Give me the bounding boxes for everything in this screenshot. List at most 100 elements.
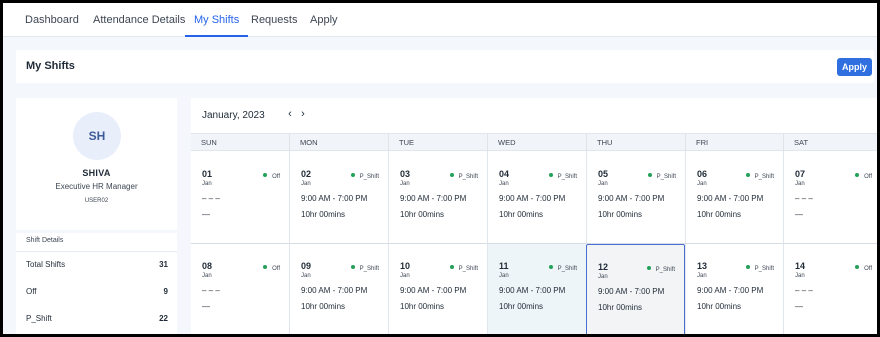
shift-time: 9:00 AM - 7:00 PM <box>697 194 764 203</box>
chevron-left-icon[interactable]: ‹ <box>284 107 296 121</box>
shift-type-badge: Off <box>263 265 280 272</box>
day-month: Jan <box>499 181 509 187</box>
tab-apply[interactable]: Apply <box>310 3 338 37</box>
status-dot-icon <box>646 266 651 270</box>
shift-time: – – – <box>795 286 813 295</box>
day-month: Jan <box>202 273 212 279</box>
calendar-day-cell[interactable]: 03 Jan P_Shift 9:00 AM - 7:00 PM 10hr 00mins <box>388 152 487 244</box>
status-dot-icon <box>647 173 652 177</box>
day-month: Jan <box>202 181 212 187</box>
day-month: Jan <box>400 273 410 279</box>
shift-type-label: P_Shift <box>458 266 478 272</box>
day-month: Jan <box>795 273 805 279</box>
stat-value: 9 <box>163 287 168 296</box>
calendar-day-cell[interactable]: 10 Jan P_Shift 9:00 AM - 7:00 PM 10hr 00mins <box>388 244 487 334</box>
stat-off: Off 9 <box>26 287 168 296</box>
day-number: 12 <box>598 262 609 272</box>
chevron-right-icon[interactable]: › <box>297 107 309 121</box>
shift-time: – – – <box>795 194 813 203</box>
shift-duration: 10hr 00mins <box>499 210 544 219</box>
shift-type-label: P_Shift <box>458 174 478 180</box>
calendar-day-cell[interactable]: 12 Jan P_Shift 9:00 AM - 7:00 PM 10hr 00mins <box>586 244 685 334</box>
shift-type-badge: Off <box>263 173 280 180</box>
weekday-header-row: SUN MON TUE WED THU FRI SAT <box>191 133 877 152</box>
shift-type-badge: P_Shift <box>647 173 676 180</box>
shift-time: 9:00 AM - 7:00 PM <box>301 194 368 203</box>
stat-value: 31 <box>159 260 168 269</box>
tab-my-shifts[interactable]: My Shifts <box>184 3 249 37</box>
day-month: Jan <box>301 273 311 279</box>
day-number: 05 <box>598 169 609 179</box>
shift-type-badge: Off <box>855 173 872 180</box>
weekday-mon: MON <box>289 134 388 152</box>
shift-type-badge: P_Shift <box>350 173 379 180</box>
shift-time: 9:00 AM - 7:00 PM <box>697 286 764 295</box>
shift-time: 9:00 AM - 7:00 PM <box>499 286 566 295</box>
shift-type-label: P_Shift <box>754 174 774 180</box>
calendar-day-cell[interactable]: 08 Jan Off – – – — <box>191 244 289 334</box>
calendar-day-cell[interactable]: 04 Jan P_Shift 9:00 AM - 7:00 PM 10hr 00mins <box>487 152 586 244</box>
shift-type-badge: P_Shift <box>646 266 675 273</box>
day-number: 11 <box>499 261 509 271</box>
stat-p-shift: P_Shift 22 <box>26 314 168 323</box>
shift-type-label: P_Shift <box>557 174 577 180</box>
weekday-sun: SUN <box>201 138 217 147</box>
shift-time: 9:00 AM - 7:00 PM <box>598 287 665 296</box>
calendar-day-cell[interactable]: 11 Jan P_Shift 9:00 AM - 7:00 PM 10hr 00mins <box>487 244 586 334</box>
stat-total-shifts: Total Shifts 31 <box>26 260 168 269</box>
day-month: Jan <box>499 273 509 279</box>
day-number: 02 <box>301 169 312 179</box>
calendar-day-cell[interactable]: 01 Jan Off – – – — <box>191 152 289 244</box>
day-number: 13 <box>697 261 708 271</box>
avatar: SH <box>73 112 121 160</box>
calendar-day-cell[interactable]: 06 Jan P_Shift 9:00 AM - 7:00 PM 10hr 00mins <box>685 152 783 244</box>
calendar-day-cell[interactable]: 09 Jan P_Shift 9:00 AM - 7:00 PM 10hr 00mins <box>289 244 388 334</box>
shift-duration: 10hr 00mins <box>697 210 742 219</box>
calendar-day-cell[interactable]: 14 Jan Off – – – — <box>783 244 877 334</box>
top-tab-bar: Dashboard Attendance Details My Shifts R… <box>3 3 877 37</box>
shift-type-badge: P_Shift <box>745 173 774 180</box>
day-month: Jan <box>598 181 608 187</box>
day-number: 01 <box>202 169 213 179</box>
status-dot-icon <box>855 265 860 269</box>
app-frame: Dashboard Attendance Details My Shifts R… <box>0 0 880 337</box>
tab-requests[interactable]: Requests <box>251 3 297 37</box>
day-month: Jan <box>697 273 707 279</box>
shift-time: 9:00 AM - 7:00 PM <box>301 286 368 295</box>
shift-type-badge: Off <box>855 265 872 272</box>
shift-type-label: P_Shift <box>754 266 774 272</box>
divider <box>16 251 177 252</box>
stat-value: 22 <box>159 314 168 323</box>
day-number: 08 <box>202 261 213 271</box>
status-dot-icon <box>548 265 553 269</box>
shift-duration: 10hr 00mins <box>697 302 742 311</box>
shift-type-badge: P_Shift <box>548 173 577 180</box>
shift-duration: 10hr 00mins <box>499 302 544 311</box>
shift-type-label: P_Shift <box>557 266 577 272</box>
tab-dashboard[interactable]: Dashboard <box>25 3 79 37</box>
day-number: 14 <box>795 261 806 271</box>
shift-time: – – – <box>202 286 220 295</box>
calendar-day-cell[interactable]: 13 Jan P_Shift 9:00 AM - 7:00 PM 10hr 00mins <box>685 244 783 334</box>
page-title: My Shifts <box>26 60 75 72</box>
shift-type-badge: P_Shift <box>449 173 478 180</box>
status-dot-icon <box>745 265 750 269</box>
shift-time: 9:00 AM - 7:00 PM <box>598 194 665 203</box>
shift-duration: 10hr 00mins <box>598 303 643 312</box>
calendar-day-cell[interactable]: 07 Jan Off – – – — <box>783 152 877 244</box>
profile-name: SHIVA <box>82 168 111 178</box>
stat-label: Total Shifts <box>26 260 66 269</box>
tab-attendance-details[interactable]: Attendance Details <box>93 3 185 37</box>
calendar-day-cell[interactable]: 02 Jan P_Shift 9:00 AM - 7:00 PM 10hr 00mins <box>289 152 388 244</box>
page-header: My Shifts Apply <box>16 50 874 83</box>
shift-duration: 10hr 00mins <box>301 302 346 311</box>
apply-button[interactable]: Apply <box>837 58 872 76</box>
day-number: 04 <box>499 169 510 179</box>
calendar-day-cell[interactable]: 05 Jan P_Shift 9:00 AM - 7:00 PM 10hr 00mins <box>586 152 685 244</box>
weekday-sat: SAT <box>783 134 877 152</box>
shift-duration: — <box>795 302 803 311</box>
day-month: Jan <box>795 181 805 187</box>
stat-label: Off <box>26 287 37 296</box>
shift-type-label: Off <box>272 266 280 272</box>
day-number: 06 <box>697 169 708 179</box>
